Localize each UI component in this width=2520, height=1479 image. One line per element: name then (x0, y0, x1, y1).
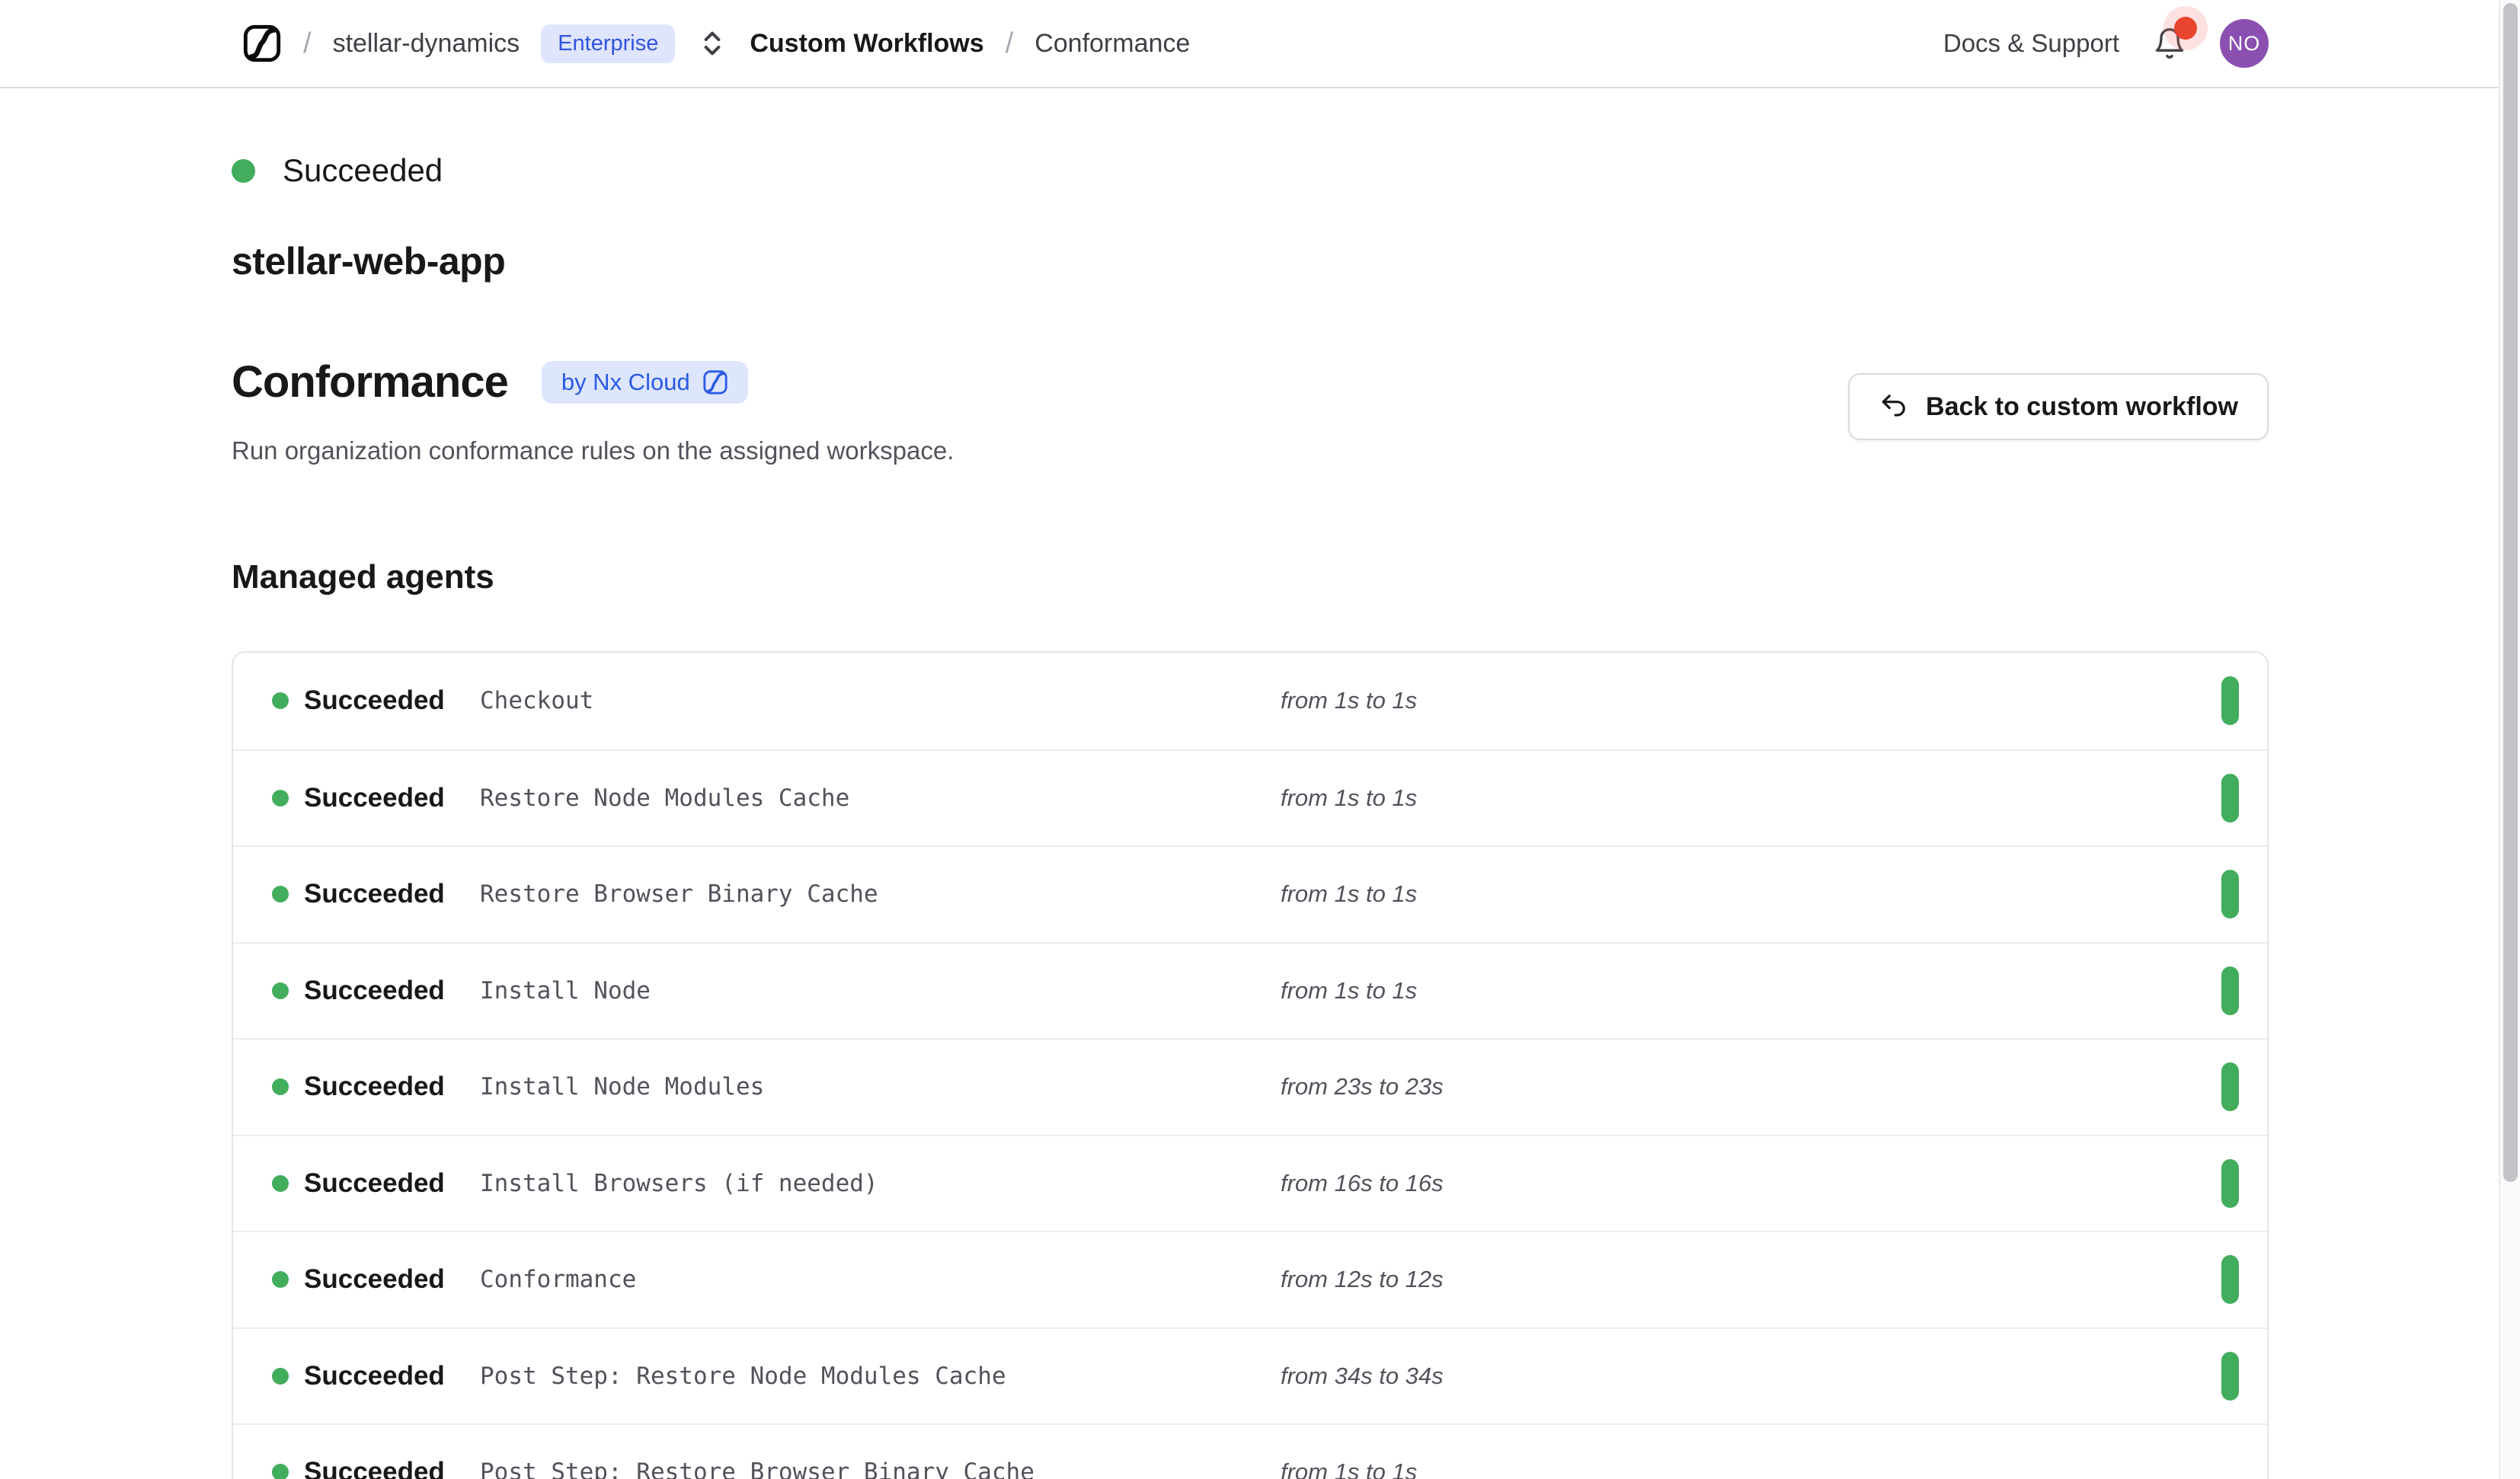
workspace-title: stellar-web-app (232, 239, 2269, 283)
nx-cloud-mini-logo-icon (702, 369, 728, 395)
row-task-name: Conformance (480, 1266, 1281, 1293)
managed-agents-heading: Managed agents (232, 558, 2269, 596)
row-status-label: Succeeded (304, 976, 480, 1006)
by-nx-cloud-badge[interactable]: by Nx Cloud (542, 361, 748, 404)
run-status: Succeeded (232, 152, 2269, 189)
row-status-label: Succeeded (304, 879, 480, 909)
workflow-title: Conformance (232, 356, 508, 407)
back-to-custom-workflow-button[interactable]: Back to custom workflow (1848, 373, 2269, 440)
success-dot-icon (272, 982, 289, 999)
scrollbar-thumb[interactable] (2503, 3, 2518, 1182)
success-dot-icon (272, 790, 289, 807)
breadcrumb-custom-workflows[interactable]: Custom Workflows (750, 29, 983, 59)
undo-arrow-icon (1879, 392, 1908, 421)
row-progress-bar (2221, 1255, 2239, 1304)
agent-row[interactable]: Succeeded Restore Node Modules Cache fro… (233, 749, 2267, 846)
row-progress-bar (2221, 1159, 2239, 1208)
row-status-label: Succeeded (304, 685, 480, 716)
avatar[interactable]: NO (2220, 19, 2269, 68)
nx-cloud-logo-icon[interactable] (242, 24, 282, 63)
chevron-up-down-icon[interactable] (696, 25, 728, 62)
breadcrumb-separator: / (303, 27, 312, 60)
row-status-label: Succeeded (304, 1264, 480, 1295)
breadcrumb-separator: / (1006, 27, 1014, 60)
row-duration: from 23s to 23s (1281, 1073, 2267, 1100)
row-progress-bar (2221, 1352, 2239, 1401)
row-status-label: Succeeded (304, 1361, 480, 1391)
workflow-description: Run organization conformance rules on th… (232, 436, 2269, 465)
plan-badge[interactable]: Enterprise (541, 24, 675, 63)
row-task-name: Install Browsers (if needed) (480, 1170, 1281, 1197)
top-nav: / stellar-dynamics Enterprise Custom Wor… (0, 0, 2520, 88)
row-status-label: Succeeded (304, 1457, 480, 1479)
row-task-name: Checkout (480, 687, 1281, 714)
breadcrumb-workspace[interactable]: stellar-dynamics (333, 29, 520, 59)
row-progress-bar (2221, 966, 2239, 1015)
success-dot-icon (272, 1271, 289, 1288)
success-dot-icon (232, 159, 255, 183)
agent-row[interactable]: Succeeded Install Browsers (if needed) f… (233, 1135, 2267, 1231)
row-progress-bar (2221, 1062, 2239, 1111)
row-duration: from 34s to 34s (1281, 1362, 2267, 1390)
by-nx-cloud-label: by Nx Cloud (561, 369, 690, 396)
success-dot-icon (272, 1175, 289, 1192)
success-dot-icon (272, 886, 289, 902)
header-actions: Docs & Support NO (1943, 19, 2269, 68)
run-status-label: Succeeded (283, 152, 443, 189)
row-task-name: Post Step: Restore Browser Binary Cache (480, 1458, 1281, 1479)
success-dot-icon (272, 692, 289, 709)
managed-agents-list: Succeeded Checkout from 1s to 1s Succeed… (232, 651, 2269, 1479)
row-task-name: Restore Browser Binary Cache (480, 880, 1281, 908)
row-progress-bar (2221, 774, 2239, 823)
docs-support-link[interactable]: Docs & Support (1943, 29, 2119, 58)
row-task-name: Post Step: Restore Node Modules Cache (480, 1362, 1281, 1390)
agent-row[interactable]: Succeeded Restore Browser Binary Cache f… (233, 845, 2267, 942)
row-duration: from 1s to 1s (1281, 880, 2267, 908)
breadcrumb: / stellar-dynamics Enterprise Custom Wor… (242, 24, 1190, 63)
agent-row[interactable]: Succeeded Install Node from 1s to 1s (233, 942, 2267, 1039)
row-task-name: Install Node (480, 977, 1281, 1005)
success-dot-icon (272, 1368, 289, 1385)
bell-icon[interactable] (2153, 26, 2186, 61)
agent-row[interactable]: Succeeded Conformance from 12s to 12s (233, 1231, 2267, 1327)
row-duration: from 1s to 1s (1281, 1458, 2267, 1479)
row-status-label: Succeeded (304, 783, 480, 813)
notification-badge (2174, 17, 2197, 40)
row-progress-bar (2221, 676, 2239, 725)
row-duration: from 1s to 1s (1281, 687, 2267, 714)
row-status-label: Succeeded (304, 1168, 480, 1199)
scrollbar (2499, 0, 2520, 1479)
main-content: Succeeded stellar-web-app Conformance by… (0, 152, 2269, 1479)
row-duration: from 16s to 16s (1281, 1170, 2267, 1197)
row-progress-bar (2221, 870, 2239, 918)
workflow-header: Conformance by Nx Cloud Back to custom w… (232, 356, 2269, 407)
row-status-label: Succeeded (304, 1072, 480, 1102)
row-duration: from 12s to 12s (1281, 1266, 2267, 1293)
breadcrumb-page: Conformance (1035, 29, 1190, 59)
agent-row[interactable]: Succeeded Install Node Modules from 23s … (233, 1038, 2267, 1135)
row-duration: from 1s to 1s (1281, 977, 2267, 1005)
success-dot-icon (272, 1078, 289, 1095)
success-dot-icon (272, 1464, 289, 1479)
agent-row[interactable]: Succeeded Post Step: Restore Node Module… (233, 1327, 2267, 1424)
row-task-name: Restore Node Modules Cache (480, 784, 1281, 812)
agent-row[interactable]: Succeeded Checkout from 1s to 1s (233, 653, 2267, 749)
back-button-label: Back to custom workflow (1926, 392, 2238, 422)
row-task-name: Install Node Modules (480, 1073, 1281, 1100)
row-duration: from 1s to 1s (1281, 784, 2267, 812)
page: / stellar-dynamics Enterprise Custom Wor… (0, 0, 2520, 1479)
agent-row[interactable]: Succeeded Post Step: Restore Browser Bin… (233, 1423, 2267, 1479)
